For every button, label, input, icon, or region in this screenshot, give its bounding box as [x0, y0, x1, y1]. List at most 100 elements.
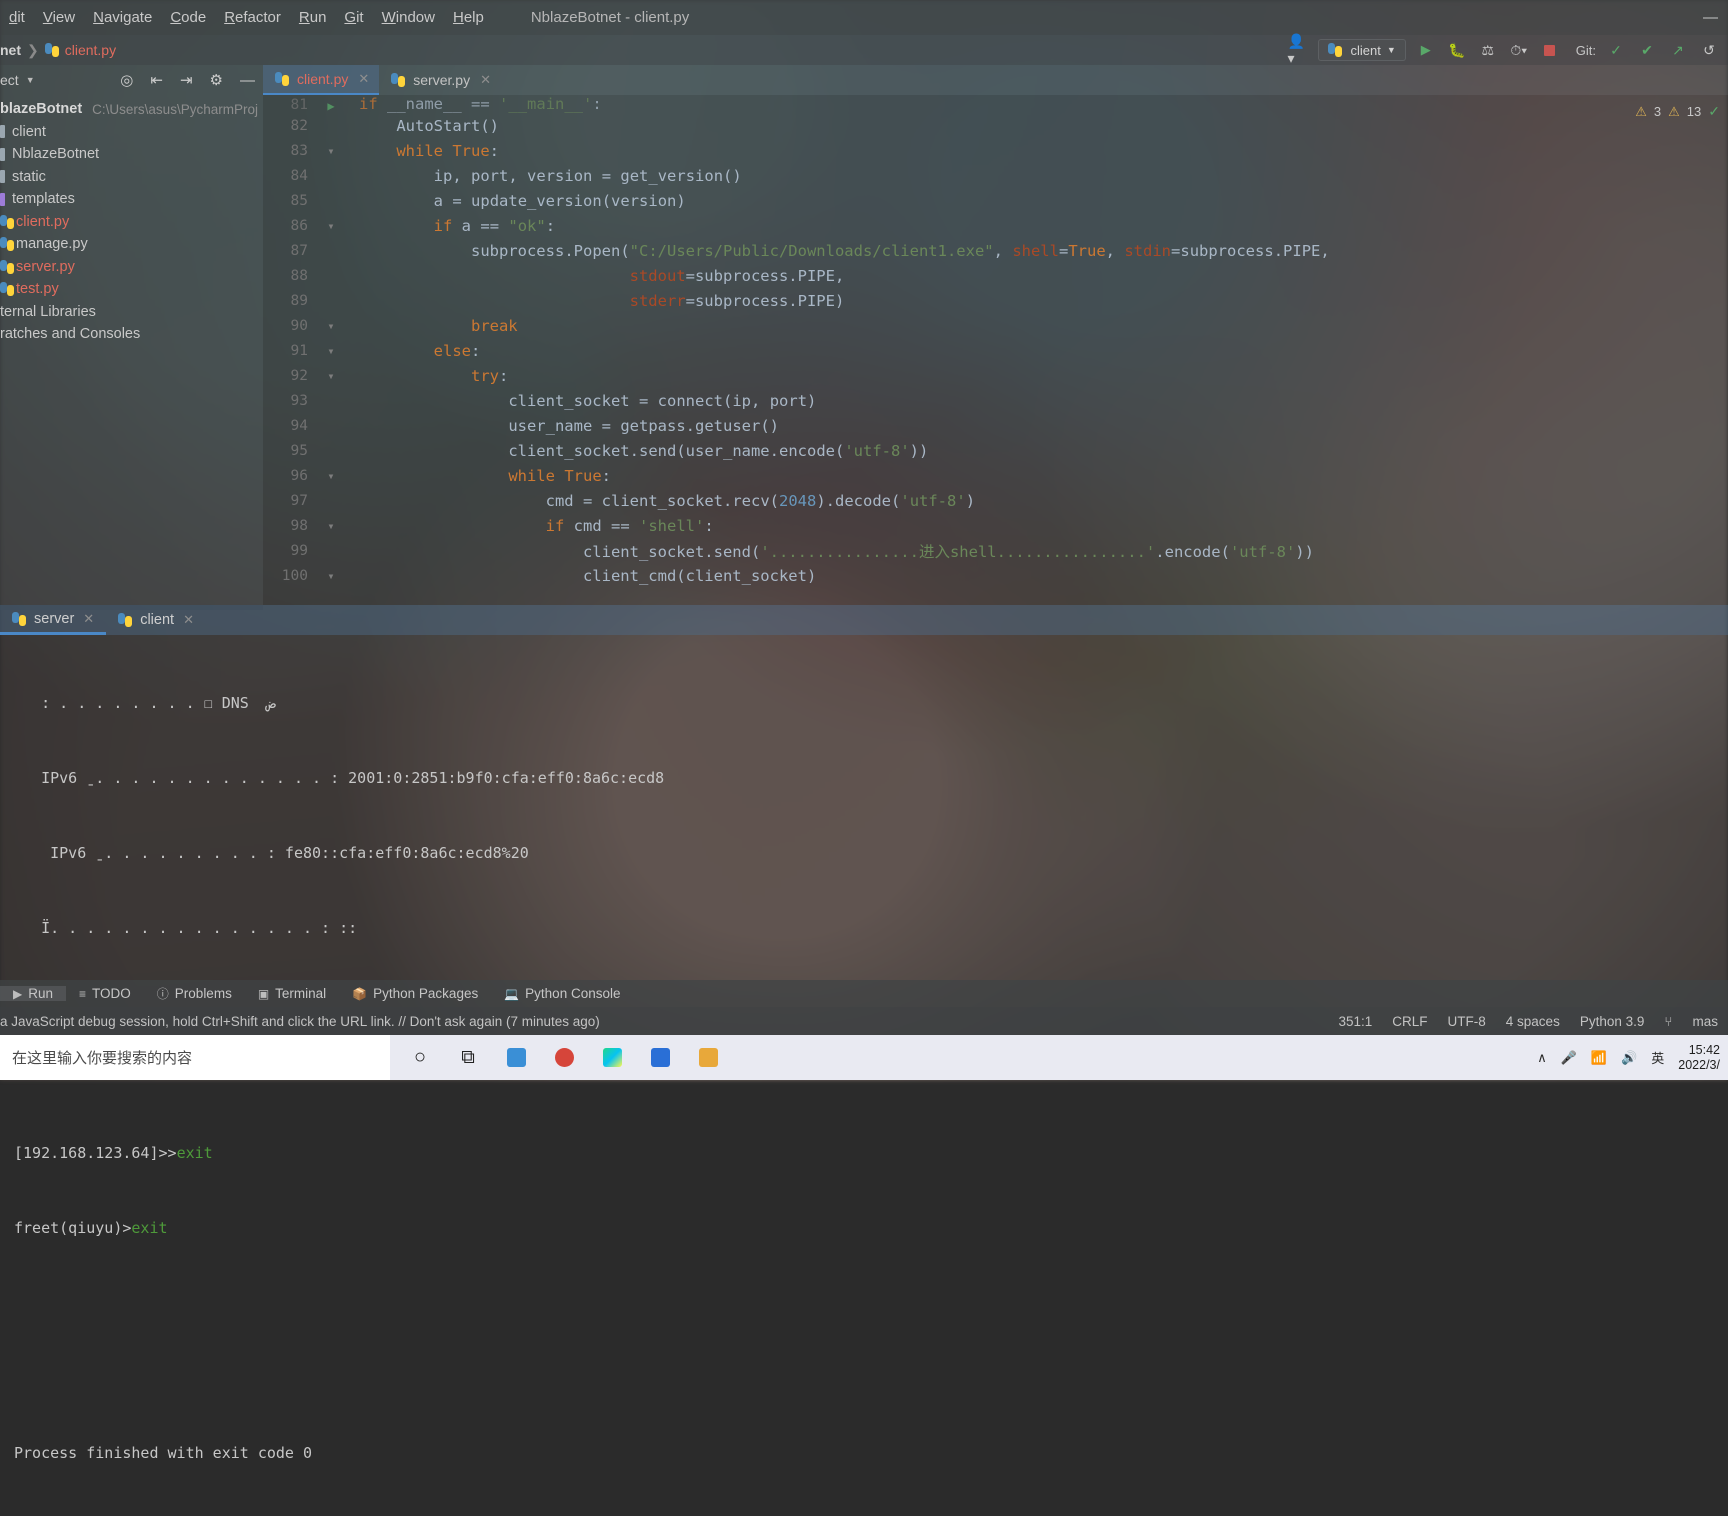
fold-gutter-icon[interactable]: ▾ [319, 219, 343, 233]
console-prompt: freet(qiuyu)> [14, 1219, 131, 1237]
fold-gutter-icon[interactable]: ▾ [319, 519, 343, 533]
tree-item-templates[interactable]: templates [0, 188, 263, 211]
git-commit-icon[interactable]: ✔ [1636, 39, 1658, 61]
code-line: 82 AutoStart() [263, 113, 1728, 138]
tree-item-test-py[interactable]: test.py [0, 278, 263, 301]
git-branch-label[interactable]: mas [1692, 1014, 1718, 1029]
line-number: 81 [263, 97, 319, 113]
caret-position[interactable]: 351:1 [1338, 1014, 1372, 1029]
tool-button-python-console[interactable]: 💻 Python Console [491, 986, 633, 1001]
run-tab-client[interactable]: client ✕ [106, 605, 206, 635]
file-encoding[interactable]: UTF-8 [1448, 1014, 1486, 1029]
search-input[interactable]: 在这里输入你要搜索的内容 [0, 1035, 390, 1080]
tool-button-python-packages[interactable]: 📦 Python Packages [339, 986, 491, 1001]
code-editor[interactable]: ⚠ 3 ⚠ 13 ✓ 81▶if __name__ == '__main__':… [263, 95, 1728, 605]
tree-item-nblazebotnet[interactable]: NblazeBotnet [0, 143, 263, 166]
git-update-icon[interactable]: ✓ [1605, 39, 1627, 61]
hide-icon[interactable]: — [240, 72, 255, 89]
tree-item-external-libraries[interactable]: ternal Libraries [0, 301, 263, 324]
git-push-icon[interactable]: ↗ [1667, 39, 1689, 61]
clock[interactable]: 15:42 2022/3/ [1678, 1043, 1720, 1073]
user-icon[interactable]: 👤▾ [1287, 39, 1309, 61]
python-interpreter[interactable]: Python 3.9 [1580, 1014, 1645, 1029]
git-history-icon[interactable]: ↺ [1698, 39, 1720, 61]
tree-item-manage-py[interactable]: manage.py [0, 233, 263, 256]
menu-code[interactable]: Code [161, 0, 215, 35]
inspection-widget[interactable]: ⚠ 3 ⚠ 13 ✓ [1635, 103, 1720, 120]
mic-icon[interactable]: 🎤 [1561, 1050, 1577, 1066]
taskbar-app-folder[interactable] [684, 1035, 732, 1080]
locate-icon[interactable]: ◎ [120, 71, 133, 89]
code-line: 99 client_socket.send('................进… [263, 538, 1728, 563]
volume-icon[interactable]: 🔊 [1621, 1050, 1637, 1066]
menu-window[interactable]: Window [373, 0, 444, 35]
network-icon[interactable]: 📶 [1591, 1050, 1607, 1066]
menu-help[interactable]: Help [444, 0, 493, 35]
tool-button-terminal[interactable]: ▣ Terminal [245, 986, 339, 1001]
tree-item-label: ternal Libraries [0, 304, 96, 320]
menu-edit[interactable]: dit [0, 0, 34, 35]
tool-button-problems[interactable]: ⓘ Problems [144, 985, 245, 1002]
tree-item-server-py[interactable]: server.py [0, 256, 263, 279]
console-line: IPv6 ˍ. . . . . . . . . . . . . : 2001:0… [14, 766, 1728, 791]
tool-button-todo[interactable]: ≡ TODO [66, 986, 144, 1001]
tree-item-scratches[interactable]: ratches and Consoles [0, 323, 263, 346]
task-view-icon[interactable]: ⧉ [444, 1035, 492, 1080]
code-text: subprocess.Popen("C:/Users/Public/Downlo… [343, 242, 1330, 260]
run-button[interactable]: ▶ [1415, 39, 1437, 61]
tree-item-client[interactable]: client [0, 121, 263, 144]
menu-refactor[interactable]: Refactor [215, 0, 290, 35]
stop-icon[interactable] [1539, 39, 1561, 61]
expand-all-icon[interactable]: ⇤ [150, 71, 163, 89]
menu-view[interactable]: View [34, 0, 84, 35]
close-icon[interactable]: ✕ [358, 71, 369, 87]
close-icon[interactable]: ✕ [183, 612, 194, 628]
tab-server-py[interactable]: server.py ✕ [379, 65, 501, 95]
tree-item-static[interactable]: static [0, 166, 263, 189]
tree-item-client-py[interactable]: client.py [0, 211, 263, 234]
tree-item-project[interactable]: blazeBotnet C:\Users\asus\PycharmProj [0, 98, 263, 121]
close-icon[interactable]: ✕ [480, 72, 491, 88]
taskbar-app-pycharm[interactable] [588, 1035, 636, 1080]
fold-gutter-icon[interactable]: ▾ [319, 144, 343, 158]
breadcrumb-file[interactable]: client.py [65, 42, 116, 58]
run-config-label: client [1350, 43, 1380, 58]
settings-gear-icon[interactable]: ⚙ [210, 71, 223, 89]
taskbar-app-music[interactable] [540, 1035, 588, 1080]
code-text: try: [343, 367, 508, 385]
fold-gutter-icon[interactable]: ▶ [319, 99, 343, 113]
fold-gutter-icon[interactable]: ▾ [319, 569, 343, 583]
tool-button-run[interactable]: ▶ Run [0, 986, 66, 1001]
tree-item-label: templates [12, 191, 75, 207]
collapse-all-icon[interactable]: ⇥ [180, 71, 193, 89]
breadcrumb-project[interactable]: net [0, 42, 21, 58]
run-configuration-selector[interactable]: client ▼ [1318, 39, 1405, 61]
fold-gutter-icon[interactable]: ▾ [319, 344, 343, 358]
project-title[interactable]: ect [0, 72, 19, 88]
clock-time: 15:42 [1678, 1043, 1720, 1058]
cortana-icon[interactable]: ○ [396, 1035, 444, 1080]
indent-setting[interactable]: 4 spaces [1506, 1014, 1560, 1029]
coverage-icon[interactable]: ⚖ [1477, 39, 1499, 61]
fold-gutter-icon[interactable]: ▾ [319, 369, 343, 383]
debug-icon[interactable]: 🐛 [1446, 39, 1468, 61]
close-icon[interactable]: ✕ [83, 611, 94, 627]
warning-count: 3 [1654, 104, 1661, 119]
run-tab-server[interactable]: server ✕ [0, 605, 106, 635]
fold-gutter-icon[interactable]: ▾ [319, 319, 343, 333]
menu-run[interactable]: Run [290, 0, 336, 35]
tray-expand-icon[interactable]: ∧ [1537, 1050, 1547, 1066]
tab-client-py[interactable]: client.py ✕ [263, 65, 379, 95]
minimize-icon[interactable]: — [1703, 9, 1718, 26]
search-placeholder: 在这里输入你要搜索的内容 [12, 1047, 192, 1068]
ime-indicator[interactable]: 英 [1651, 1048, 1664, 1067]
menu-navigate[interactable]: Navigate [84, 0, 161, 35]
menu-git[interactable]: Git [335, 0, 372, 35]
taskbar-app-live[interactable] [636, 1035, 684, 1080]
profile-icon[interactable]: ⏱▾ [1508, 39, 1530, 61]
chevron-down-icon[interactable]: ▼ [26, 75, 35, 85]
run-tab-label: server [34, 611, 74, 627]
line-separator[interactable]: CRLF [1392, 1014, 1427, 1029]
taskbar-app-file-explorer[interactable] [492, 1035, 540, 1080]
fold-gutter-icon[interactable]: ▾ [319, 469, 343, 483]
